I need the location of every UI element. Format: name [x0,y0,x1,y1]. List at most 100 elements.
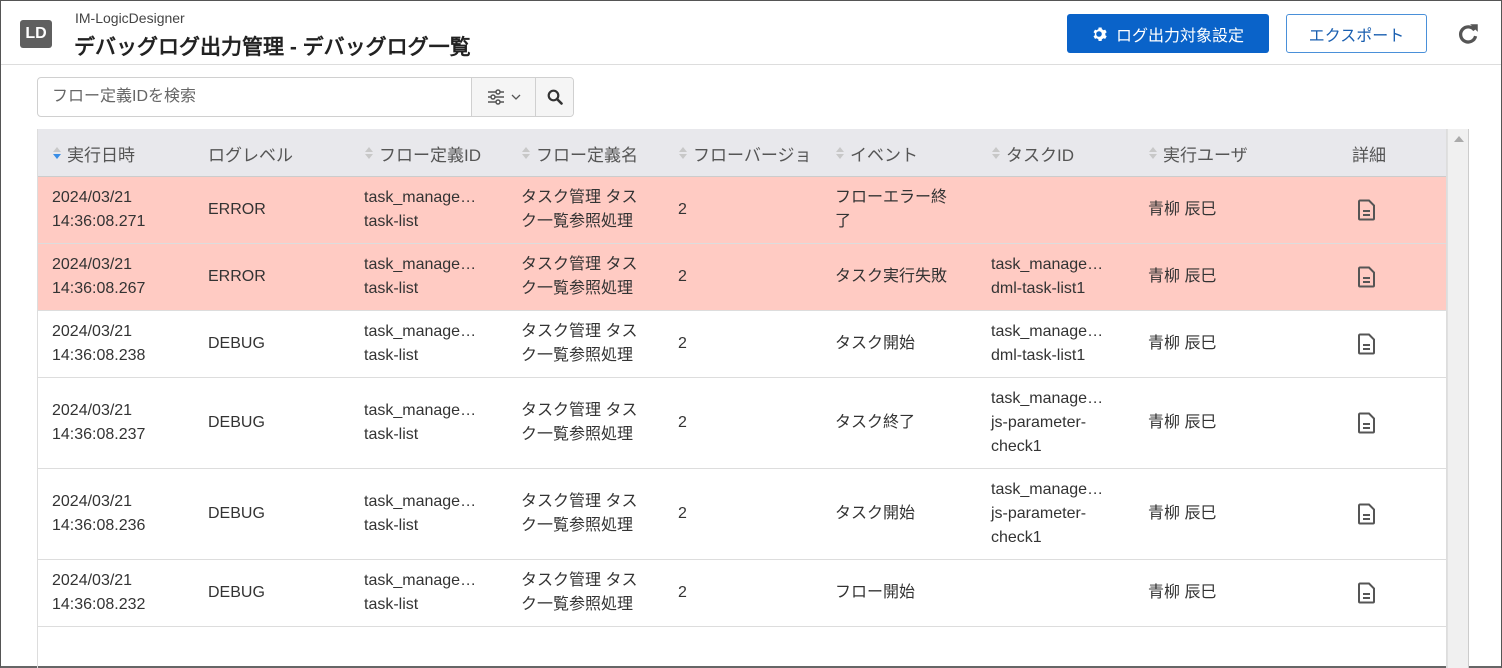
column-label: タスクID [1006,145,1074,165]
cell-flow-id-text: task_manage… [364,493,477,510]
cell-flow-id-text: task_manage… [364,323,477,340]
search-button[interactable] [535,78,573,116]
column-header-task-id[interactable]: タスクID [991,129,1074,177]
cell-flow-id: task_manage… task-list [364,177,476,243]
cell-task-id-text: dml-task-list1 [991,347,1086,364]
cell-task-id-text: task_manage… [991,390,1104,407]
cell-flow-id: task_manage… task-list [364,560,476,626]
cell-detail [1358,378,1376,468]
cell-task-id-text: js-parameter- [991,505,1087,522]
chevron-down-icon [511,94,520,100]
document-icon[interactable] [1358,333,1376,355]
cell-flow-version-text: 2 [678,335,687,352]
cell-executed-user: 青柳 辰巳 [1148,244,1216,310]
cell-executed-user: 青柳 辰巳 [1148,560,1216,626]
flow-id-search-input[interactable] [38,78,471,116]
cell-flow-id-text: task-list [364,596,419,613]
page-header: LD IM-LogicDesigner デバッグログ出力管理 - デバッグログ一… [1,1,1501,65]
column-header-flow-name[interactable]: フロー定義名 [521,129,638,177]
sort-icon[interactable] [1148,146,1158,160]
cell-task-id-text: check1 [991,438,1042,455]
sort-icon[interactable] [364,146,374,160]
debug-log-table: 実行日時 ログレベル フロー定義ID フロー定義名 フローバージョ イベント タスクID 実行… [37,129,1447,668]
cell-task-id-text: task_manage… [991,323,1104,340]
sort-icon[interactable] [678,146,688,160]
cell-task-id-text: dml-task-list1 [991,280,1086,297]
column-header-event[interactable]: イベント [835,129,918,177]
cell-executed-user-text: 青柳 辰巳 [1148,268,1217,285]
document-icon[interactable] [1358,266,1376,288]
table-row[interactable]: 2024/03/21 14:36:08.267 ERROR task_manage… t… [38,244,1446,311]
cell-flow-id-text: task_manage… [364,402,477,419]
column-label: イベント [850,145,918,165]
column-header-executed-user[interactable]: 実行ユーザ [1148,129,1248,177]
column-label: フロー定義ID [379,145,481,165]
log-output-settings-button[interactable]: ログ出力対象設定 [1067,14,1269,53]
refresh-icon[interactable] [1455,21,1481,47]
cell-flow-name: タスク管理 タス ク一覧参照処理 [521,177,637,243]
table-row[interactable]: 2024/03/21 14:36:08.271 ERROR task_manage… t… [38,177,1446,244]
cell-flow-version: 2 [678,311,687,377]
cell-flow-id-text: task-list [364,517,419,534]
column-label: 実行日時 [67,145,135,165]
table-row[interactable]: 2024/03/21 14:36:08.232 DEBUG task_manage… t… [38,560,1446,627]
cell-executed-at-text: 14:36:08.232 [52,596,146,613]
export-button[interactable]: エクスポート [1286,14,1427,53]
table-row[interactable]: 2024/03/21 14:36:08.236 DEBUG task_manage…t… [38,469,1446,560]
document-icon[interactable] [1358,199,1376,221]
document-icon[interactable] [1358,582,1376,604]
table-row[interactable]: 2024/03/21 14:36:08.237 DEBUG task_manage… t… [38,378,1446,469]
log-output-settings-label: ログ出力対象設定 [1115,27,1244,45]
cell-detail [1358,311,1376,377]
cell-flow-name: タスク管理 タス ク一覧参照処理 [521,560,637,626]
cell-flow-id: task_manage… task-list [364,244,476,310]
cell-flow-name-text: タスク管理 タス [521,256,638,273]
scroll-up-arrow-icon[interactable] [1454,136,1464,142]
cell-log-level-text: DEBUG [208,414,265,431]
cell-log-level: ERROR [208,177,266,243]
cell-executed-at: 2024/03/21 14:36:08.271 [52,177,145,243]
document-icon[interactable] [1358,412,1376,434]
column-label: フローバージョ [693,145,812,165]
cell-flow-name-text: タスク管理 タス [521,189,638,206]
cell-detail [1358,560,1376,626]
column-header-flow-version[interactable]: フローバージョ [678,129,812,177]
cell-flow-version: 2 [678,177,687,243]
search-bar [37,77,574,117]
cell-flow-version-text: 2 [678,414,687,431]
cell-flow-id-text: task_manage… [364,256,477,273]
column-header-log-level: ログレベル [208,129,293,177]
document-icon[interactable] [1358,503,1376,525]
cell-detail [1358,244,1376,310]
sort-icon[interactable] [835,146,845,160]
sort-icon[interactable] [521,146,531,160]
cell-flow-version-text: 2 [678,201,687,218]
column-header-executed-at[interactable]: 実行日時 [52,129,135,177]
cell-log-level: DEBUG [208,378,265,468]
cell-executed-at: 2024/03/21 14:36:08.237 [52,378,145,468]
cell-log-level: DEBUG [208,469,265,559]
vertical-scrollbar[interactable] [1447,129,1469,668]
cell-task-id-text: js-parameter- [991,414,1087,431]
table-row[interactable]: 2024/03/21 14:36:08.238 DEBUG task_manage… t… [38,311,1446,378]
sort-icon[interactable] [52,146,62,160]
cell-flow-name-text: ク一覧参照処理 [521,280,634,297]
cell-event-text: タスク実行失敗 [835,268,948,285]
cell-flow-id-text: task-list [364,280,419,297]
cell-log-level-text: DEBUG [208,584,265,601]
cell-executed-at: 2024/03/21 14:36:08.238 [52,311,145,377]
cell-detail [1358,177,1376,243]
cell-executed-at: 2024/03/21 14:36:08.236 [52,469,145,559]
cell-executed-at-text: 14:36:08.271 [52,213,146,230]
cell-executed-at-text: 2024/03/21 [52,572,133,589]
cell-event-text: タスク開始 [835,335,916,352]
column-header-flow-id[interactable]: フロー定義ID [364,129,481,177]
sort-icon[interactable] [991,146,1001,160]
cell-event-text: 了 [835,213,852,230]
page-title: デバッグログ出力管理 - デバッグログ一覧 [74,36,471,59]
cell-flow-version: 2 [678,244,687,310]
table-body: 2024/03/21 14:36:08.271 ERROR task_manage… t… [38,177,1446,627]
cell-executed-user-text: 青柳 辰巳 [1148,414,1217,431]
app-logo: LD [20,20,52,48]
filter-dropdown-button[interactable] [471,78,535,116]
